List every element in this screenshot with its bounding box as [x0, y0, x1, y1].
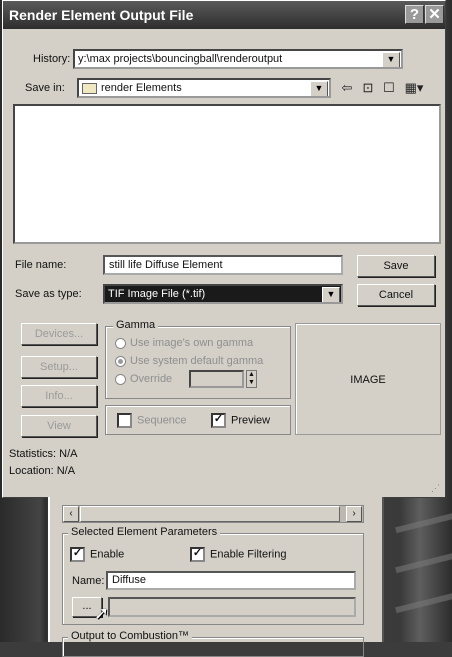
enable-checkbox[interactable]: ✓ Enable [70, 547, 124, 562]
chevron-down-icon: ▼ [382, 52, 400, 67]
folder-icon [82, 82, 97, 94]
save-as-type-label: Save as type: [15, 288, 82, 300]
view-button[interactable]: View [21, 415, 97, 437]
image-preview: IMAGE [295, 323, 441, 435]
gamma-override-option[interactable]: Override [115, 373, 172, 385]
gamma-own-option[interactable]: Use image's own gamma [115, 337, 253, 349]
scrollbar-thumb[interactable] [80, 506, 340, 522]
chevron-down-icon: ▼ [322, 287, 340, 302]
chevron-left-icon: ‹ [69, 508, 73, 519]
close-icon: ✕ [428, 6, 441, 23]
file-list[interactable] [13, 104, 441, 244]
save-button-label: Save [383, 260, 409, 272]
gamma-override-label: Override [130, 373, 173, 385]
up-folder-icon[interactable]: ⊡ [360, 80, 376, 96]
gamma-override-input[interactable] [189, 370, 244, 388]
radio-button-icon [115, 337, 126, 349]
view-button-label: View [47, 420, 71, 432]
file-name-label: File name: [15, 259, 67, 271]
history-value: y:\max projects\bouncingball\renderoutpu… [78, 53, 283, 65]
background-streak [395, 552, 452, 574]
checkbox-icon [117, 413, 132, 428]
enable-filtering-checkbox[interactable]: ✓ Enable Filtering [190, 547, 286, 562]
history-dropdown[interactable]: y:\max projects\bouncingball\renderoutpu… [73, 49, 403, 69]
render-elements-panel: ‹ › Selected Element Parameters ✓ Enable … [48, 497, 384, 657]
radio-button-icon [115, 373, 126, 385]
file-name-input[interactable]: still life Diffuse Element [103, 255, 343, 275]
checkbox-checked-icon: ✓ [70, 547, 85, 562]
preview-label: Preview [231, 414, 271, 427]
help-button[interactable]: ? [405, 5, 424, 24]
setup-button-label: Setup... [40, 361, 78, 373]
file-name-value: still life Diffuse Element [109, 259, 223, 271]
dialog-title-bar[interactable]: Render Element Output File [3, 1, 445, 29]
resize-grip-icon[interactable]: ⋰ [431, 484, 443, 497]
image-preview-label: IMAGE [350, 374, 386, 386]
sequence-label: Sequence [137, 414, 187, 427]
question-icon: ? [409, 6, 420, 23]
radio-button-selected-icon [115, 355, 126, 367]
save-as-type-dropdown[interactable]: TIF Image File (*.tif) ▼ [103, 284, 343, 304]
cancel-button[interactable]: Cancel [357, 284, 435, 306]
info-button-label: Info... [45, 390, 73, 402]
name-label: Name: [72, 575, 105, 587]
chevron-right-icon: › [352, 508, 356, 519]
new-folder-icon[interactable]: ☐ [381, 80, 397, 96]
enable-label: Enable [90, 548, 125, 561]
checkbox-checked-icon: ✓ [211, 413, 226, 428]
gamma-group-title: Gamma [113, 319, 159, 331]
browse-button-label: ... [82, 600, 92, 612]
preview-checkbox[interactable]: ✓ Preview [211, 413, 270, 428]
save-button[interactable]: Save [357, 255, 435, 277]
background-streak [395, 592, 452, 614]
setup-button[interactable]: Setup... [21, 356, 97, 378]
location-text: Location: N/A [9, 465, 76, 477]
save-as-type-value: TIF Image File (*.tif) [108, 288, 206, 300]
save-in-value: render Elements [101, 82, 182, 94]
save-in-label: Save in: [25, 82, 65, 94]
background-streak [395, 512, 452, 534]
enable-filtering-label: Enable Filtering [210, 548, 287, 561]
devices-button[interactable]: Devices... [21, 323, 97, 345]
chevron-down-icon: ▼ [310, 81, 328, 96]
back-icon[interactable]: ⇦ [339, 80, 355, 96]
checkbox-checked-icon: ✓ [190, 547, 205, 562]
close-button[interactable]: ✕ [425, 5, 444, 24]
mouse-pointer-icon: ➚ [94, 603, 110, 623]
output-to-combustion-title: Output to Combustion™ [68, 630, 193, 642]
element-path-field[interactable] [108, 597, 356, 617]
scroll-right-button[interactable]: › [346, 506, 362, 522]
statistics-text: Statistics: N/A [9, 448, 78, 460]
element-name-value: Diffuse [112, 574, 147, 586]
sequence-checkbox[interactable]: Sequence [117, 413, 187, 428]
gamma-own-label: Use image's own gamma [130, 337, 254, 349]
gamma-system-option[interactable]: Use system default gamma [115, 355, 263, 367]
history-label: History: [33, 53, 71, 65]
element-name-input[interactable]: Diffuse [106, 571, 356, 590]
spinner-arrows-icon: ▲ ▼ [248, 371, 255, 386]
gamma-spinner[interactable]: ▲ ▼ [246, 370, 257, 388]
scroll-left-button[interactable]: ‹ [63, 506, 79, 522]
devices-button-label: Devices... [34, 328, 84, 340]
render-element-output-dialog: Render Element Output File ? ✕ History: … [2, 0, 446, 498]
info-button[interactable]: Info... [21, 385, 97, 407]
gamma-system-label: Use system default gamma [130, 355, 264, 367]
cancel-button-label: Cancel [378, 289, 414, 301]
dialog-title: Render Element Output File [9, 7, 194, 23]
save-in-dropdown[interactable]: render Elements ▼ [77, 78, 331, 98]
selected-element-parameters-title: Selected Element Parameters [68, 526, 221, 538]
view-menu-icon[interactable]: ▦▾ [402, 80, 426, 96]
